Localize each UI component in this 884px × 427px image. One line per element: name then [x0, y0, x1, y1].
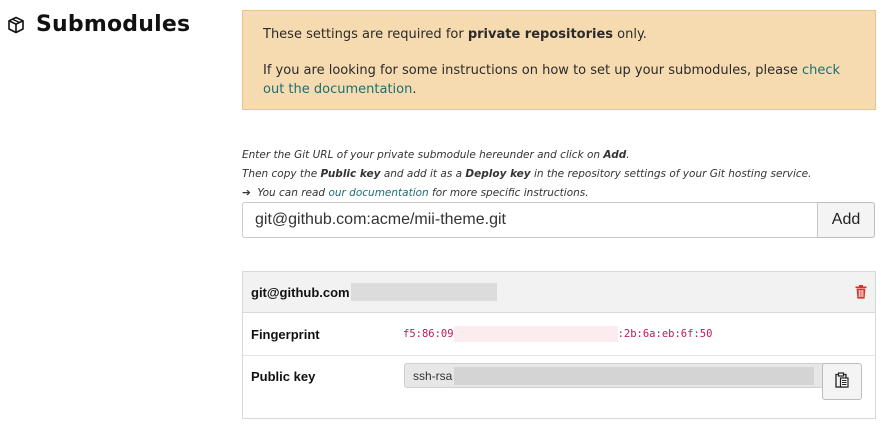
- help-line-3: ➔ You can read our documentation for mor…: [242, 184, 876, 203]
- alert-line-1: These settings are required for private …: [263, 25, 855, 44]
- submodule-host: git@github.com: [251, 284, 350, 300]
- submodule-card: git@github.com Fingerprint f5:86:09 :2b:6…: [242, 271, 876, 419]
- help-text-part: You can read: [254, 187, 329, 199]
- redacted-repo-path: [350, 283, 497, 301]
- help-line-1: Enter the Git URL of your private submod…: [242, 146, 876, 165]
- trash-icon[interactable]: [855, 284, 867, 299]
- fingerprint-value: f5:86:09 :2b:6a:eb:6f:50: [403, 326, 712, 342]
- our-documentation-link[interactable]: our documentation: [328, 187, 428, 199]
- fingerprint-label: Fingerprint: [251, 326, 320, 342]
- help-text-part: and add it as a: [380, 168, 466, 180]
- git-url-input[interactable]: [242, 202, 818, 238]
- submodule-card-header: git@github.com: [243, 272, 875, 313]
- help-text-part: for more specific instructions.: [428, 187, 589, 199]
- redacted-public-key: [454, 366, 815, 385]
- public-key-group: ssh-rsa: [404, 363, 862, 400]
- redacted-fingerprint: [453, 326, 618, 342]
- add-button[interactable]: Add: [818, 202, 875, 238]
- private-repos-alert: These settings are required for private …: [242, 10, 876, 110]
- public-key-field[interactable]: ssh-rsa: [404, 363, 824, 388]
- fingerprint-start: f5:86:09: [403, 328, 454, 340]
- clipboard-icon: [835, 371, 849, 392]
- help-text-part: Then copy the: [242, 168, 321, 180]
- help-bold-text: Public key: [320, 168, 381, 180]
- alert-bold-text: private repositories: [467, 27, 614, 42]
- alert-text: These settings are required for: [263, 27, 468, 42]
- fingerprint-row: Fingerprint f5:86:09 :2b:6a:eb:6f:50: [243, 313, 875, 356]
- help-text: Enter the Git URL of your private submod…: [242, 146, 876, 203]
- submodules-page: Submodules These settings are required f…: [0, 0, 884, 427]
- public-key-label: Public key: [251, 369, 316, 384]
- help-bold-text: Deploy key: [465, 168, 531, 180]
- alert-text: only.: [613, 27, 647, 42]
- package-icon: [6, 15, 26, 35]
- copy-key-button[interactable]: [822, 363, 862, 400]
- alert-line-2: If you are looking for some instructions…: [263, 61, 855, 99]
- alert-text: .: [412, 82, 417, 97]
- help-line-2: Then copy the Public key and add it as a…: [242, 165, 876, 184]
- help-text-part: Enter the Git URL of your private submod…: [242, 149, 604, 161]
- fingerprint-end: :2b:6a:eb:6f:50: [617, 328, 713, 340]
- help-text-part: in the repository settings of your Git h…: [530, 168, 812, 180]
- help-bold-text: Add: [603, 149, 627, 161]
- alert-text: If you are looking for some instructions…: [263, 63, 802, 78]
- page-title: Submodules: [36, 12, 191, 37]
- arrow-right-icon: ➔: [242, 187, 251, 199]
- public-key-prefix: ssh-rsa: [413, 368, 453, 383]
- public-key-row: Public key ssh-rsa: [243, 356, 875, 420]
- help-text-part: .: [626, 149, 630, 161]
- add-submodule-form: Add: [242, 202, 876, 240]
- section-heading: Submodules: [6, 12, 190, 37]
